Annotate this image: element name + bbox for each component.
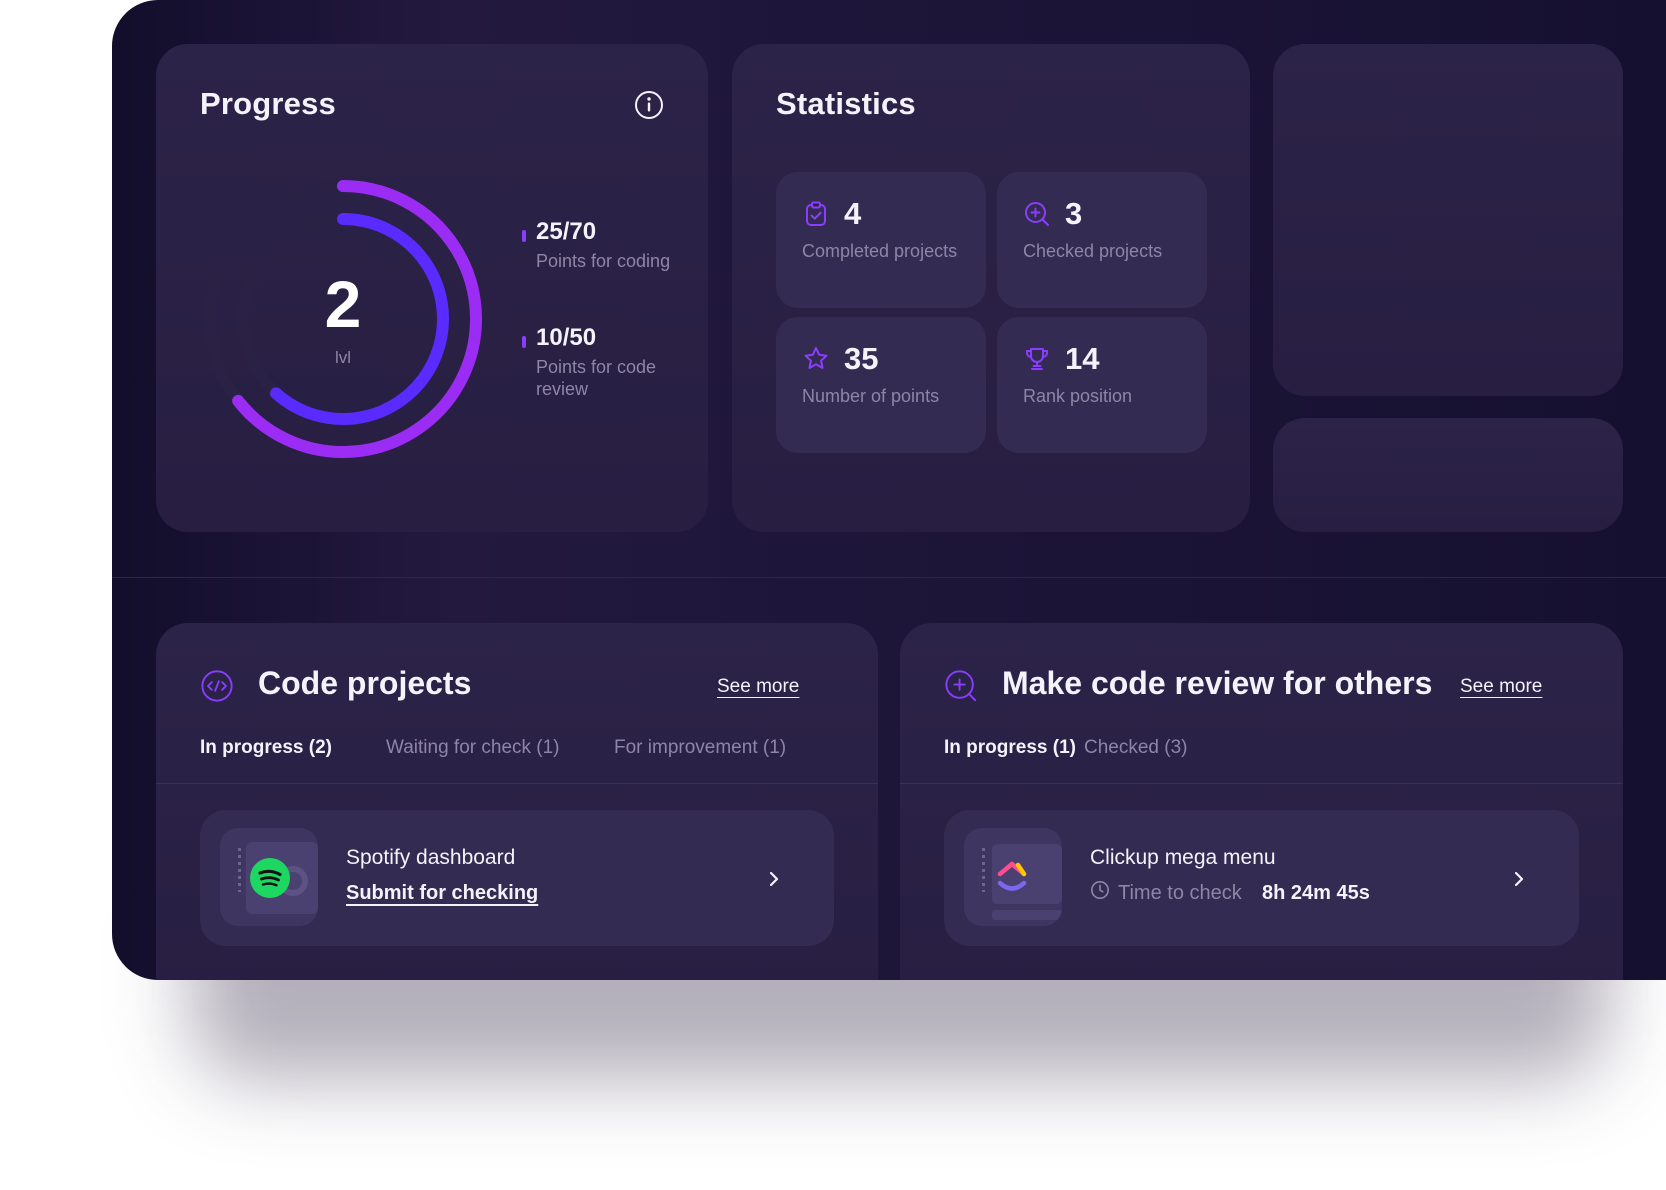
statistics-card: Statistics 4 Completed projects 3 Checke… [732,44,1250,532]
stat-label: Rank position [1023,386,1133,406]
coding-points-label: Points for coding [536,251,671,271]
project-title: Spotify dashboard [346,846,516,869]
progress-title: Progress [200,86,336,121]
review-title: Clickup mega menu [1090,846,1276,869]
chevron-right-icon[interactable] [1511,868,1527,890]
star-icon [804,347,828,369]
code-icon [201,670,233,702]
section-divider [112,577,1666,578]
tab-waiting-for-check[interactable]: Waiting for check (1) [386,737,560,759]
stat-rank-position[interactable]: 14 Rank position [997,317,1207,453]
clipboard-check-icon [806,201,826,226]
stat-value: 3 [1065,196,1083,231]
coding-points-marker [522,230,526,242]
level-label: lvl [334,348,352,367]
search-plus-icon [945,670,977,702]
stat-label: Number of points [802,386,940,406]
tab-review-checked[interactable]: Checked (3) [1084,737,1188,759]
stat-label: Completed projects [802,241,958,261]
level-number: 2 [324,267,362,341]
coding-points-value: 25/70 [536,218,597,245]
review-points-marker [522,336,526,348]
placeholder-card-bottom [1273,418,1623,532]
tabs-underline [156,783,878,784]
code-projects-see-more-link[interactable]: See more [717,676,799,698]
chevron-right-icon[interactable] [766,868,782,890]
spotify-waves-icon [258,869,282,887]
clock-icon [1091,881,1109,899]
review-points-value: 10/50 [536,324,597,351]
search-plus-icon [1025,202,1049,226]
clickup-thumbnail [964,828,1062,926]
info-icon[interactable] [634,90,664,120]
review-item-clickup[interactable]: Clickup mega menu Time to check 8h 24m 4… [944,810,1579,946]
placeholder-card-top [1273,44,1623,396]
code-review-title: Make code review for others [1002,665,1433,701]
submit-for-checking-link[interactable]: Submit for checking [346,882,538,905]
project-item-spotify[interactable]: Spotify dashboard Submit for checking [200,810,834,946]
thumbnail-sidebar-dots [982,848,985,892]
progress-card: Progress 2 lvl 25/70 Points for coding 1… [156,44,708,532]
stat-checked-projects[interactable]: 3 Checked projects [997,172,1207,308]
tabs-underline [900,783,1623,784]
code-projects-card: Code projects See more In progress (2) W… [156,623,878,980]
code-projects-title: Code projects [258,665,472,701]
code-review-card: Make code review for others See more In … [900,623,1623,980]
time-to-check-label: Time to check [1118,882,1242,904]
review-points-label: Points for code review [536,357,657,399]
spotify-thumbnail [220,828,318,926]
time-to-check-value: 8h 24m 45s [1262,882,1370,904]
stat-value: 14 [1065,341,1100,376]
stat-label: Checked projects [1023,241,1163,261]
statistics-title: Statistics [776,86,916,121]
level-ring: 2 lvl [198,174,488,464]
tab-for-improvement[interactable]: For improvement (1) [614,737,786,759]
code-review-see-more-link[interactable]: See more [1460,676,1542,698]
dashboard-window: Progress 2 lvl 25/70 Points for coding 1… [112,0,1666,980]
stat-completed-projects[interactable]: 4 Completed projects [776,172,986,308]
tab-in-progress[interactable]: In progress (2) [200,737,332,759]
thumbnail-sidebar-dots [238,848,241,892]
trophy-icon [1026,348,1048,370]
thumbnail-footer [992,910,1062,920]
stat-number-of-points[interactable]: 35 Number of points [776,317,986,453]
clickup-logo-icon [997,861,1027,891]
spotify-logo-icon [250,858,290,898]
stat-value: 4 [844,196,862,231]
stat-value: 35 [844,341,879,376]
tab-review-in-progress[interactable]: In progress (1) [944,737,1076,759]
